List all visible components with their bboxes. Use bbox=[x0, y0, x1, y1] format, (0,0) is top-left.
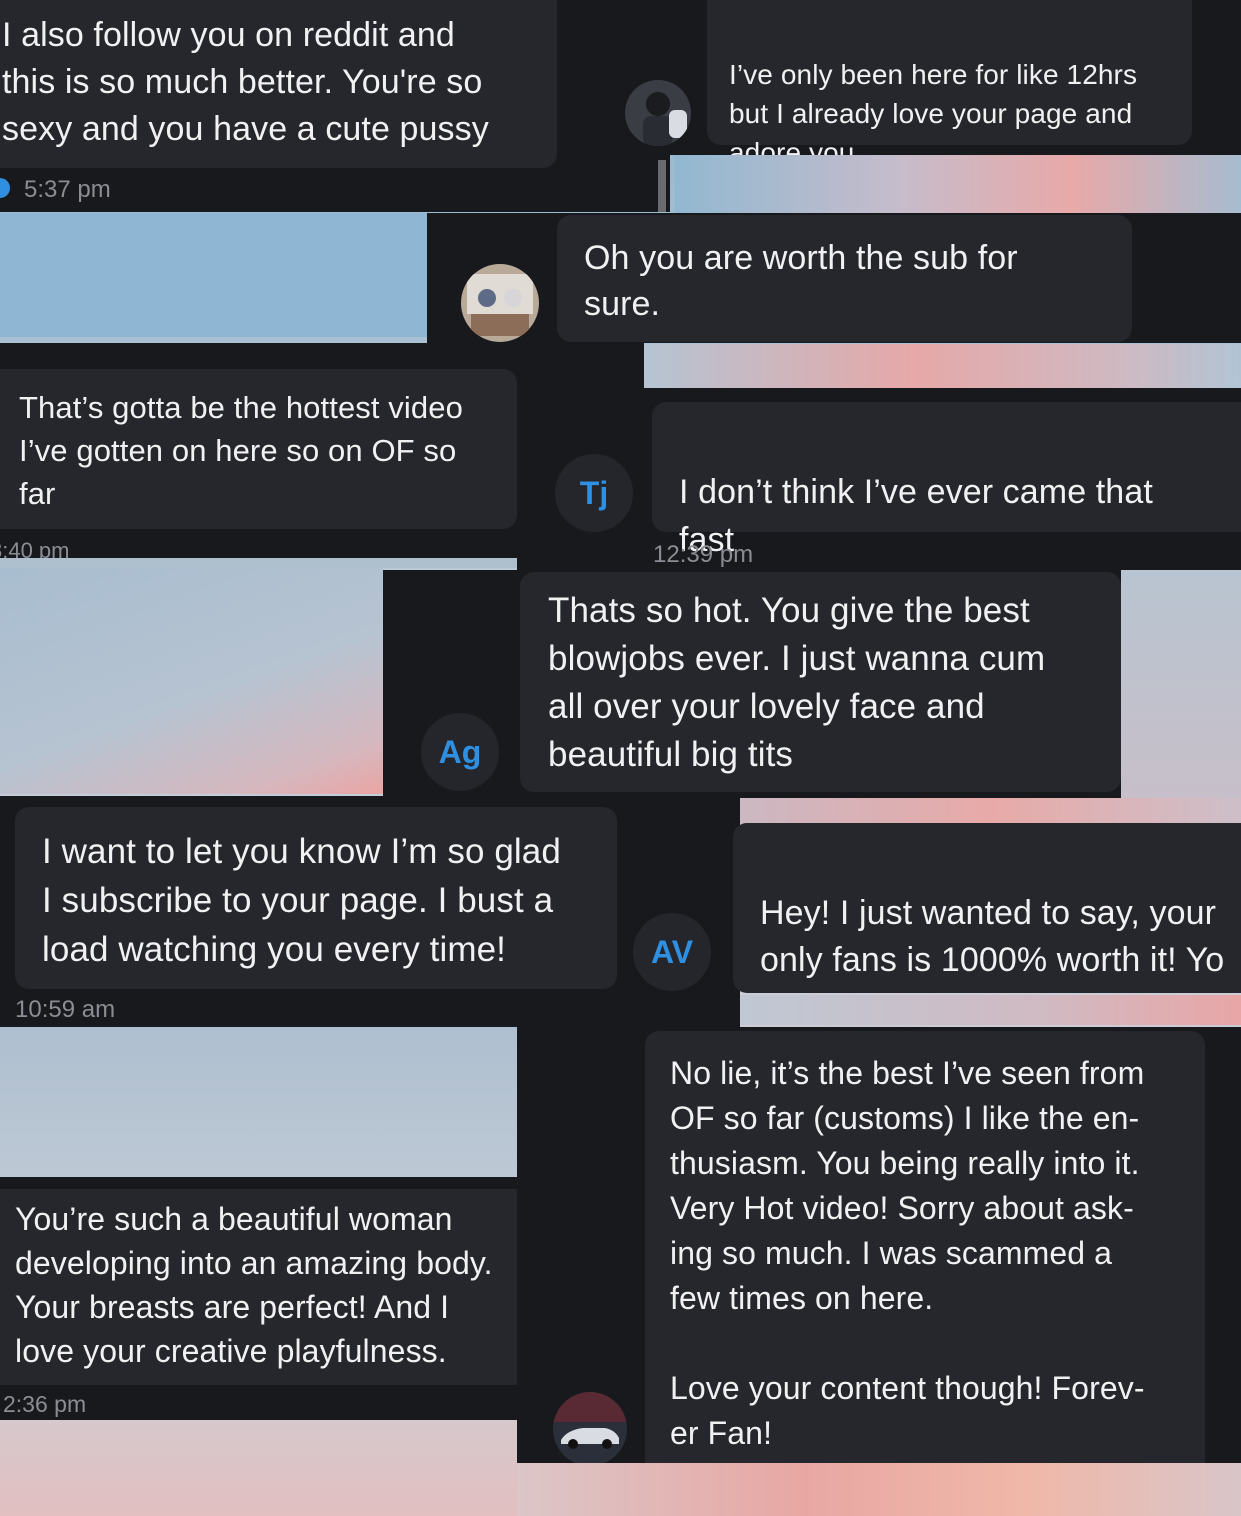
message-bubble: I’ve only been here for like 12hrs but I… bbox=[707, 0, 1192, 210]
divider bbox=[658, 160, 666, 212]
message-timestamp: 12:39 pm bbox=[653, 541, 754, 568]
message-bubble: I don’t think I’ve ever came that fast bbox=[652, 402, 1241, 611]
message-bubble: Oh you are worth the sub for sure. bbox=[557, 215, 1132, 342]
message-bubble: No lie, it’s the best I’ve seen from OF … bbox=[645, 1031, 1205, 1463]
avatar[interactable]: Ag bbox=[421, 713, 499, 791]
message-bubble: I also follow you on reddit and this is … bbox=[0, 0, 557, 168]
avatar[interactable]: AV bbox=[633, 913, 711, 991]
sky-strip bbox=[1205, 1027, 1241, 1463]
message-bubble: You’re such a beautiful woman developing… bbox=[0, 1189, 517, 1385]
avatar[interactable]: Tj bbox=[555, 454, 633, 532]
message-bubble: Hey! I just wanted to say, your only fan… bbox=[733, 823, 1241, 993]
avatar[interactable] bbox=[625, 80, 691, 146]
sky-strip bbox=[1121, 570, 1241, 798]
avatar[interactable] bbox=[461, 264, 539, 342]
sky-strip bbox=[740, 995, 1241, 1025]
message-text: Hey! I just wanted to say, your only fan… bbox=[760, 894, 1225, 993]
sky-strip bbox=[0, 213, 427, 337]
message-bubble: Thats so hot. You give the best blowjobs… bbox=[520, 572, 1121, 792]
sky-strip bbox=[0, 558, 517, 568]
message-timestamp: 10:59 am bbox=[15, 996, 116, 1023]
message-timestamp: 2:36 pm bbox=[3, 1391, 87, 1417]
sky-strip bbox=[0, 1027, 517, 1177]
message-timestamp: 5:37 pm bbox=[24, 176, 111, 203]
sky-strip bbox=[675, 155, 1241, 213]
message-bubble: That’s gotta be the hottest video I’ve g… bbox=[0, 369, 517, 529]
sky-strip bbox=[0, 1420, 517, 1516]
avatar[interactable] bbox=[553, 1392, 627, 1466]
sky-strip bbox=[0, 568, 383, 794]
sky-strip bbox=[517, 1463, 1241, 1516]
sky-strip bbox=[740, 798, 1241, 825]
message-bubble: I want to let you know I’m so glad I sub… bbox=[15, 807, 617, 989]
sky-strip bbox=[644, 344, 1241, 388]
